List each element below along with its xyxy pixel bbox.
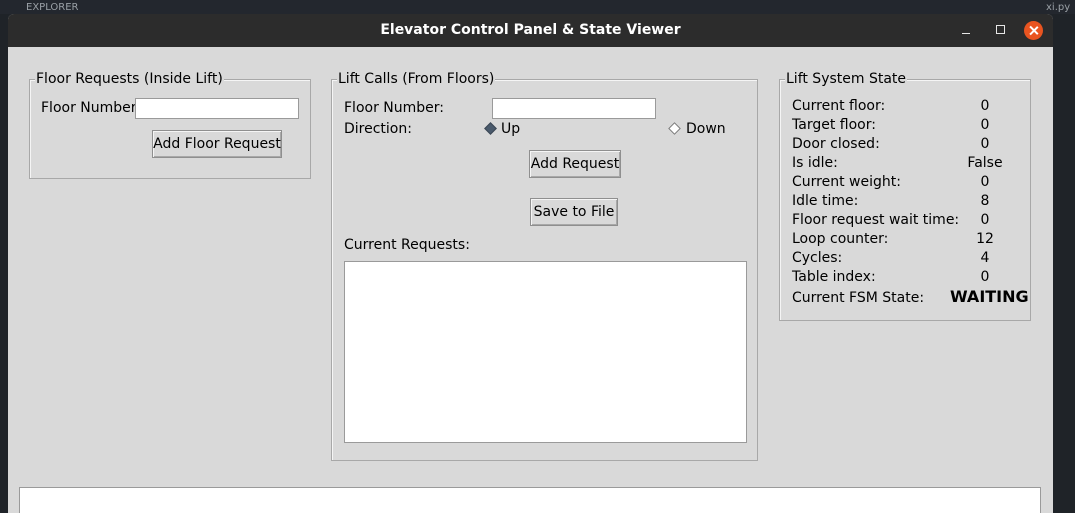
explorer-label: EXPLORER	[26, 2, 79, 13]
system-state-frame: Lift System State Current floor: 0 Targe…	[779, 69, 1031, 321]
window-title: Elevator Control Panel & State Viewer	[380, 22, 681, 38]
state-label-cycles: Cycles:	[792, 250, 843, 266]
state-value-wait-time: 0	[980, 212, 990, 228]
background-left-edge	[0, 14, 8, 513]
background-file-label: xi.py	[1046, 2, 1071, 13]
state-value-is-idle: False	[967, 155, 1003, 171]
close-icon[interactable]	[1024, 21, 1043, 40]
state-label-table-index: Table index:	[792, 269, 876, 285]
floor-number-input[interactable]	[135, 98, 299, 119]
lift-calls-legend: Lift Calls (From Floors)	[337, 69, 496, 89]
save-to-file-button[interactable]: Save to File	[530, 198, 618, 226]
state-label-target-floor: Target floor:	[792, 117, 876, 133]
floor-requests-legend: Floor Requests (Inside Lift)	[35, 69, 224, 89]
state-label-wait-time: Floor request wait time:	[792, 212, 960, 228]
lift-calls-frame: Lift Calls (From Floors) Floor Number: D…	[331, 69, 758, 461]
add-floor-request-button[interactable]: Add Floor Request	[152, 130, 282, 158]
system-state-legend: Lift System State	[785, 69, 908, 89]
direction-down-label: Down	[686, 121, 726, 137]
state-value-door-closed: 0	[980, 136, 990, 152]
log-output-area[interactable]	[19, 487, 1041, 513]
maximize-icon[interactable]	[990, 20, 1010, 40]
floor-requests-frame: Floor Requests (Inside Lift) Floor Numbe…	[29, 69, 311, 179]
state-label-is-idle: Is idle:	[792, 155, 838, 171]
fsm-state-value: WAITING	[950, 287, 1029, 306]
direction-up-label: Up	[501, 121, 521, 137]
window-content: Floor Requests (Inside Lift) Floor Numbe…	[8, 47, 1053, 513]
state-value-loop-counter: 12	[976, 231, 994, 247]
state-value-table-index: 0	[980, 269, 990, 285]
radio-unselected-icon	[668, 122, 681, 135]
call-floor-number-label: Floor Number:	[344, 100, 444, 116]
radio-selected-icon	[484, 122, 497, 135]
current-requests-label: Current Requests:	[344, 237, 470, 253]
state-value-cycles: 4	[980, 250, 990, 266]
state-value-idle-time: 8	[980, 193, 990, 209]
state-label-door-closed: Door closed:	[792, 136, 880, 152]
direction-label: Direction:	[344, 121, 412, 137]
minimize-icon[interactable]	[956, 20, 976, 40]
app-window: Elevator Control Panel & State Viewer Fl…	[8, 14, 1053, 513]
title-bar[interactable]: Elevator Control Panel & State Viewer	[8, 14, 1053, 47]
direction-down-radio[interactable]: Down	[668, 120, 738, 138]
direction-up-radio[interactable]: Up	[484, 120, 544, 138]
state-label-loop-counter: Loop counter:	[792, 231, 889, 247]
state-value-current-weight: 0	[980, 174, 990, 190]
state-value-current-floor: 0	[980, 98, 990, 114]
floor-number-label: Floor Number:	[41, 100, 141, 116]
state-label-current-weight: Current weight:	[792, 174, 901, 190]
current-requests-list[interactable]	[344, 261, 747, 443]
fsm-state-label: Current FSM State:	[792, 290, 925, 306]
add-request-button[interactable]: Add Request	[529, 150, 621, 178]
state-label-current-floor: Current floor:	[792, 98, 886, 114]
background-right-edge	[1053, 14, 1075, 513]
state-value-target-floor: 0	[980, 117, 990, 133]
background-editor-strip: EXPLORER xi.py	[0, 0, 1075, 14]
call-floor-number-input[interactable]	[492, 98, 656, 119]
state-label-idle-time: Idle time:	[792, 193, 859, 209]
